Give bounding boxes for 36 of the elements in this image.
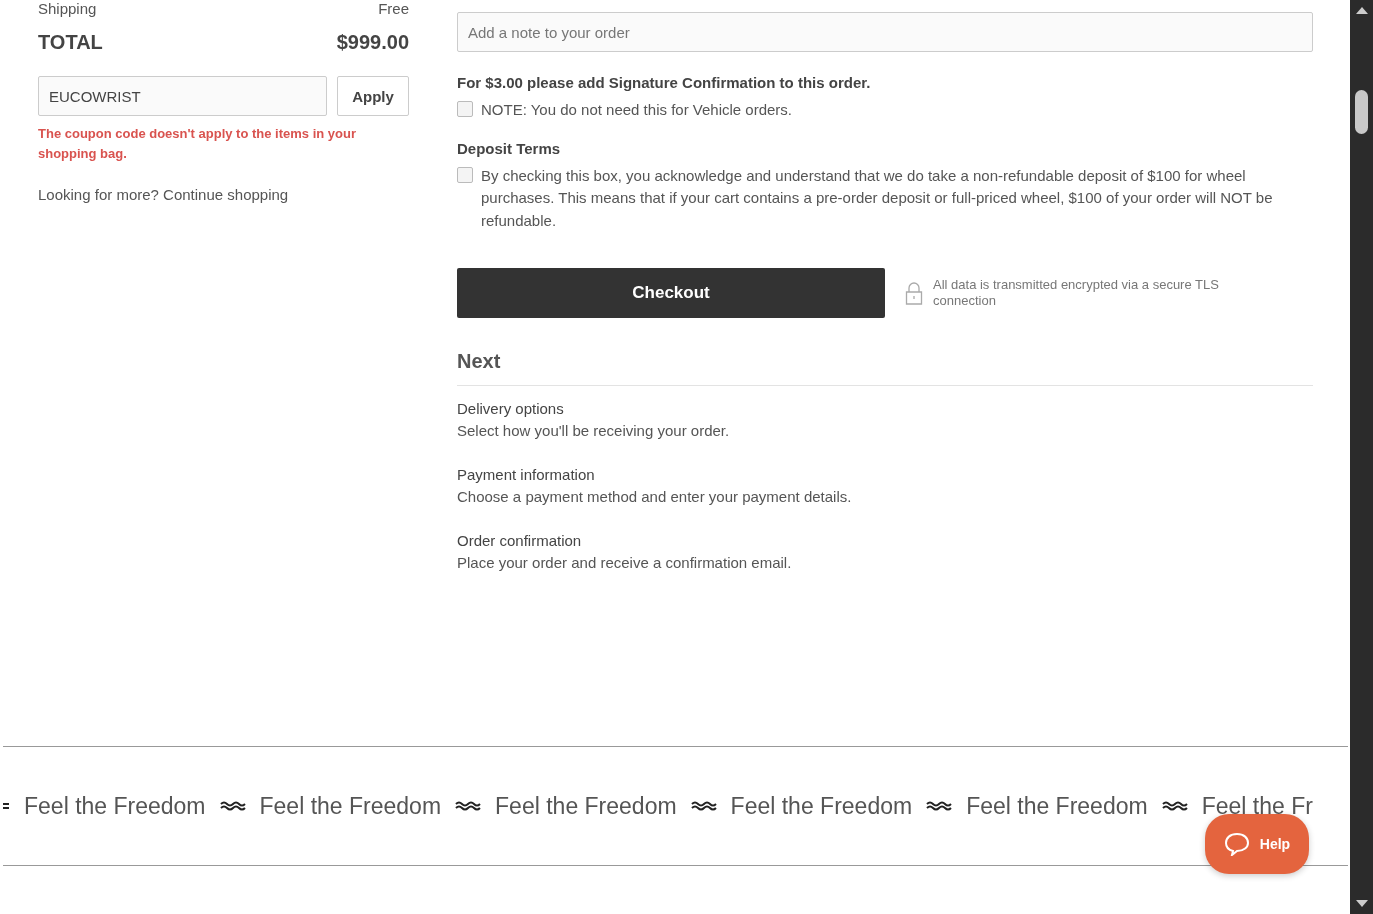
error-message: The coupon code doesn't apply to the items in your shopping bag. [38,125,357,163]
shipping-value: Free [378,0,409,17]
checkbox[interactable] [457,166,473,183]
total-label: TOTAL [38,31,103,54]
step-description: Choose a payment method and enter your payment details. [457,487,853,507]
step-title: Order confirmation [457,531,583,551]
step-title: Payment information [457,465,596,485]
continue-shopping-text: Looking for more? Continue shopping [38,186,290,203]
continue-shopping-link[interactable]: Continue shopping [163,186,289,203]
scroll-up-icon[interactable] [1355,6,1368,14]
lock-icon [905,281,923,305]
checkbox-label: NOTE: You do not need this for Vehicle orders. [481,100,793,120]
security-note: All data is transmitted encrypted via a secure TLS connection [933,277,1220,309]
scrollbar[interactable] [1350,0,1373,914]
checkbox-label: By checking this box, you acknowledge and understand that we do take a non-refundable deposit of $100 for wheel purchases. This means that if your cart contains a pre-order deposit or full-priced wheel, $100 of your order will NOT be refundable. [481,165,1274,231]
shipping-label: Shipping [38,0,97,17]
marquee-text: Feel the Freedom [966,792,1148,820]
step-description: Select how you'll be receiving your order. [457,421,731,441]
deposit-heading: Deposit Terms [457,139,562,157]
step-title: Delivery options [457,399,565,419]
next-heading: Next [457,350,1313,386]
chat-bubble-icon [1223,832,1250,856]
scroll-down-icon[interactable] [1355,900,1368,908]
step-description: Place your order and receive a confirmation email. [457,553,793,573]
coupon-field[interactable]: EUCOWRIST [38,76,327,116]
marquee-text: Feel the Freedom [730,792,913,820]
apply-button[interactable]: Apply [337,76,409,116]
marquee-text: Feel the Freedom [24,792,206,820]
signature-heading: For $3.00 please add Signature Confirmation to this order. [457,74,872,91]
marquee-text: Feel the Freedom [495,792,677,820]
checkbox[interactable] [457,101,473,117]
marquee-text: Feel the Freedom [259,792,442,820]
scroll-thumb[interactable] [1355,90,1368,134]
total-value: $999.00 [336,31,409,54]
checkout-button[interactable]: Checkout [457,268,885,318]
order-note-field[interactable]: Add a note to your order [457,12,1313,52]
